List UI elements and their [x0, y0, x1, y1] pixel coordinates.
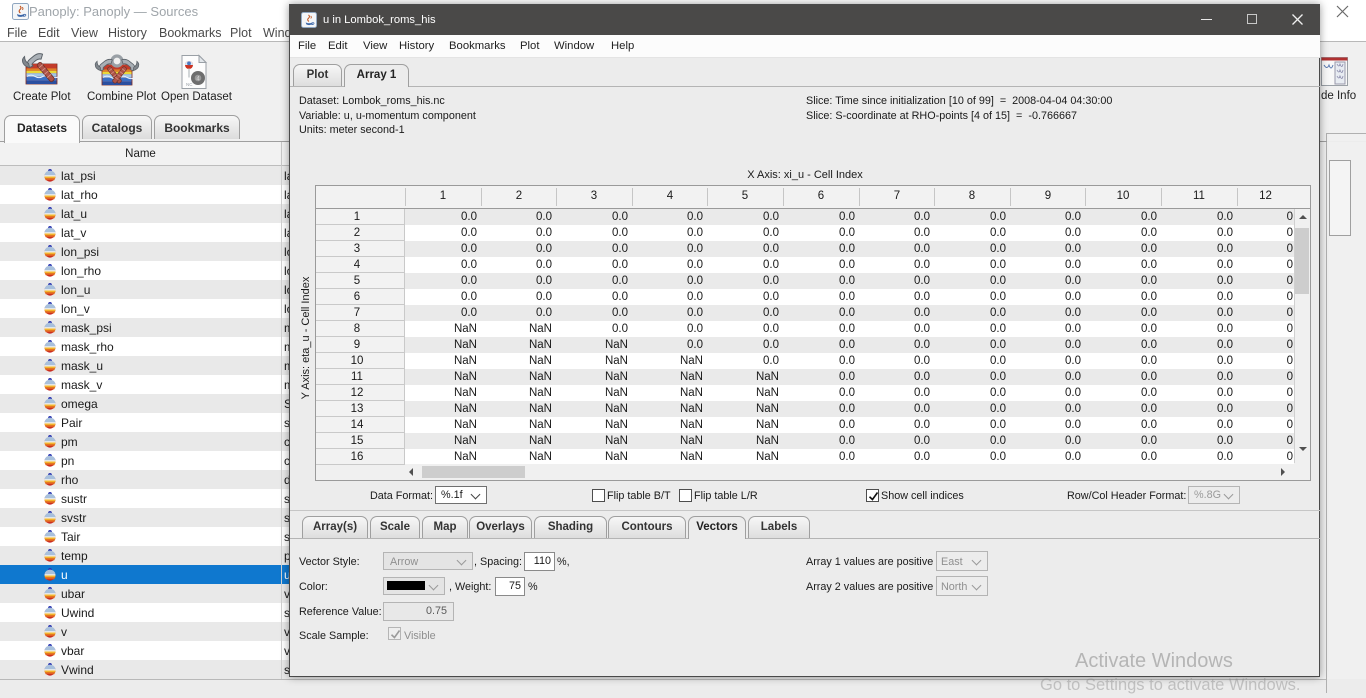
- svg-text:NC: NC: [186, 82, 193, 87]
